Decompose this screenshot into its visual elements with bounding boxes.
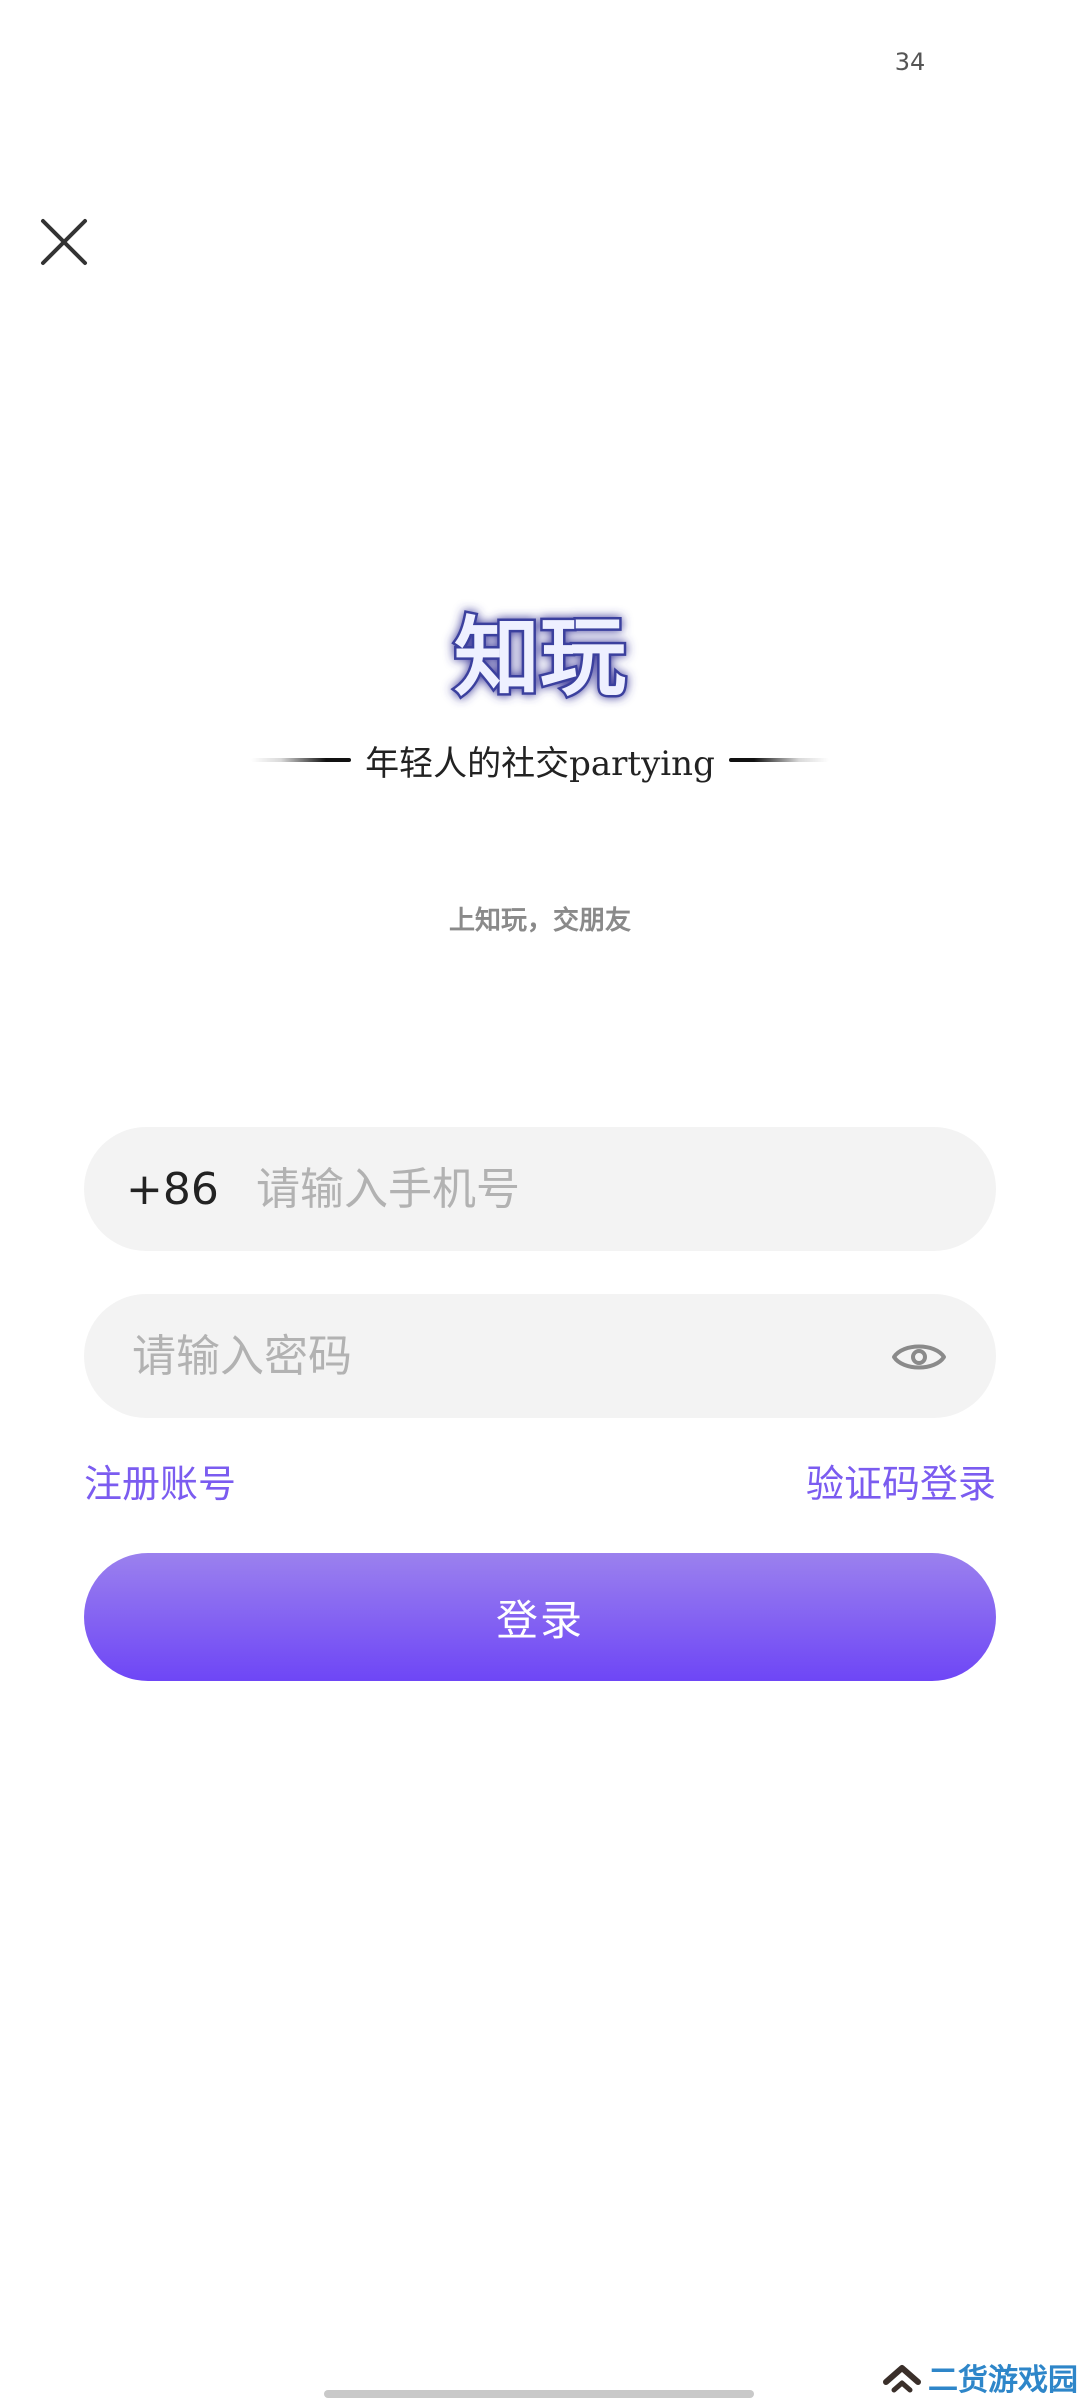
phone-input[interactable] bbox=[254, 1126, 938, 1252]
slogan-row: 年轻人的社交partying bbox=[250, 730, 830, 790]
logo-card: 知玩 年轻人的社交partying 上知玩，交朋友 bbox=[250, 510, 830, 1000]
phone-field: +86 bbox=[84, 1126, 996, 1252]
tagline: 上知玩，交朋友 bbox=[448, 906, 631, 936]
slogan-text: 年轻人的社交partying bbox=[365, 743, 715, 784]
show-password-toggle[interactable] bbox=[890, 1328, 948, 1386]
country-code[interactable]: +86 bbox=[126, 1164, 226, 1215]
watermark: 二货游戏园 bbox=[882, 2352, 1078, 2402]
login-screen: 34 知玩 年轻人的社交partying 上知玩，交朋友 +86 请输入手机号 … bbox=[0, 0, 1080, 2408]
brand-logo: 知玩 bbox=[452, 606, 629, 711]
brand-logo-text: 知玩 bbox=[454, 608, 626, 708]
home-indicator[interactable] bbox=[324, 2390, 754, 2398]
watermark-text: 二货游戏园 bbox=[928, 2363, 1078, 2398]
register-link[interactable]: 注册账号 bbox=[84, 1453, 236, 1508]
close-button[interactable] bbox=[34, 212, 94, 272]
password-field bbox=[84, 1293, 996, 1419]
login-button[interactable]: 登录 bbox=[84, 1553, 996, 1681]
slogan-right-divider bbox=[728, 758, 829, 762]
slogan-left-divider bbox=[251, 758, 352, 762]
password-input[interactable] bbox=[130, 1293, 834, 1419]
status-time: 34 bbox=[894, 48, 926, 76]
eye-icon bbox=[892, 1344, 946, 1370]
code-login-link[interactable]: 验证码登录 bbox=[806, 1453, 996, 1508]
chevron-up-icon bbox=[883, 2365, 921, 2393]
close-icon bbox=[41, 219, 87, 265]
